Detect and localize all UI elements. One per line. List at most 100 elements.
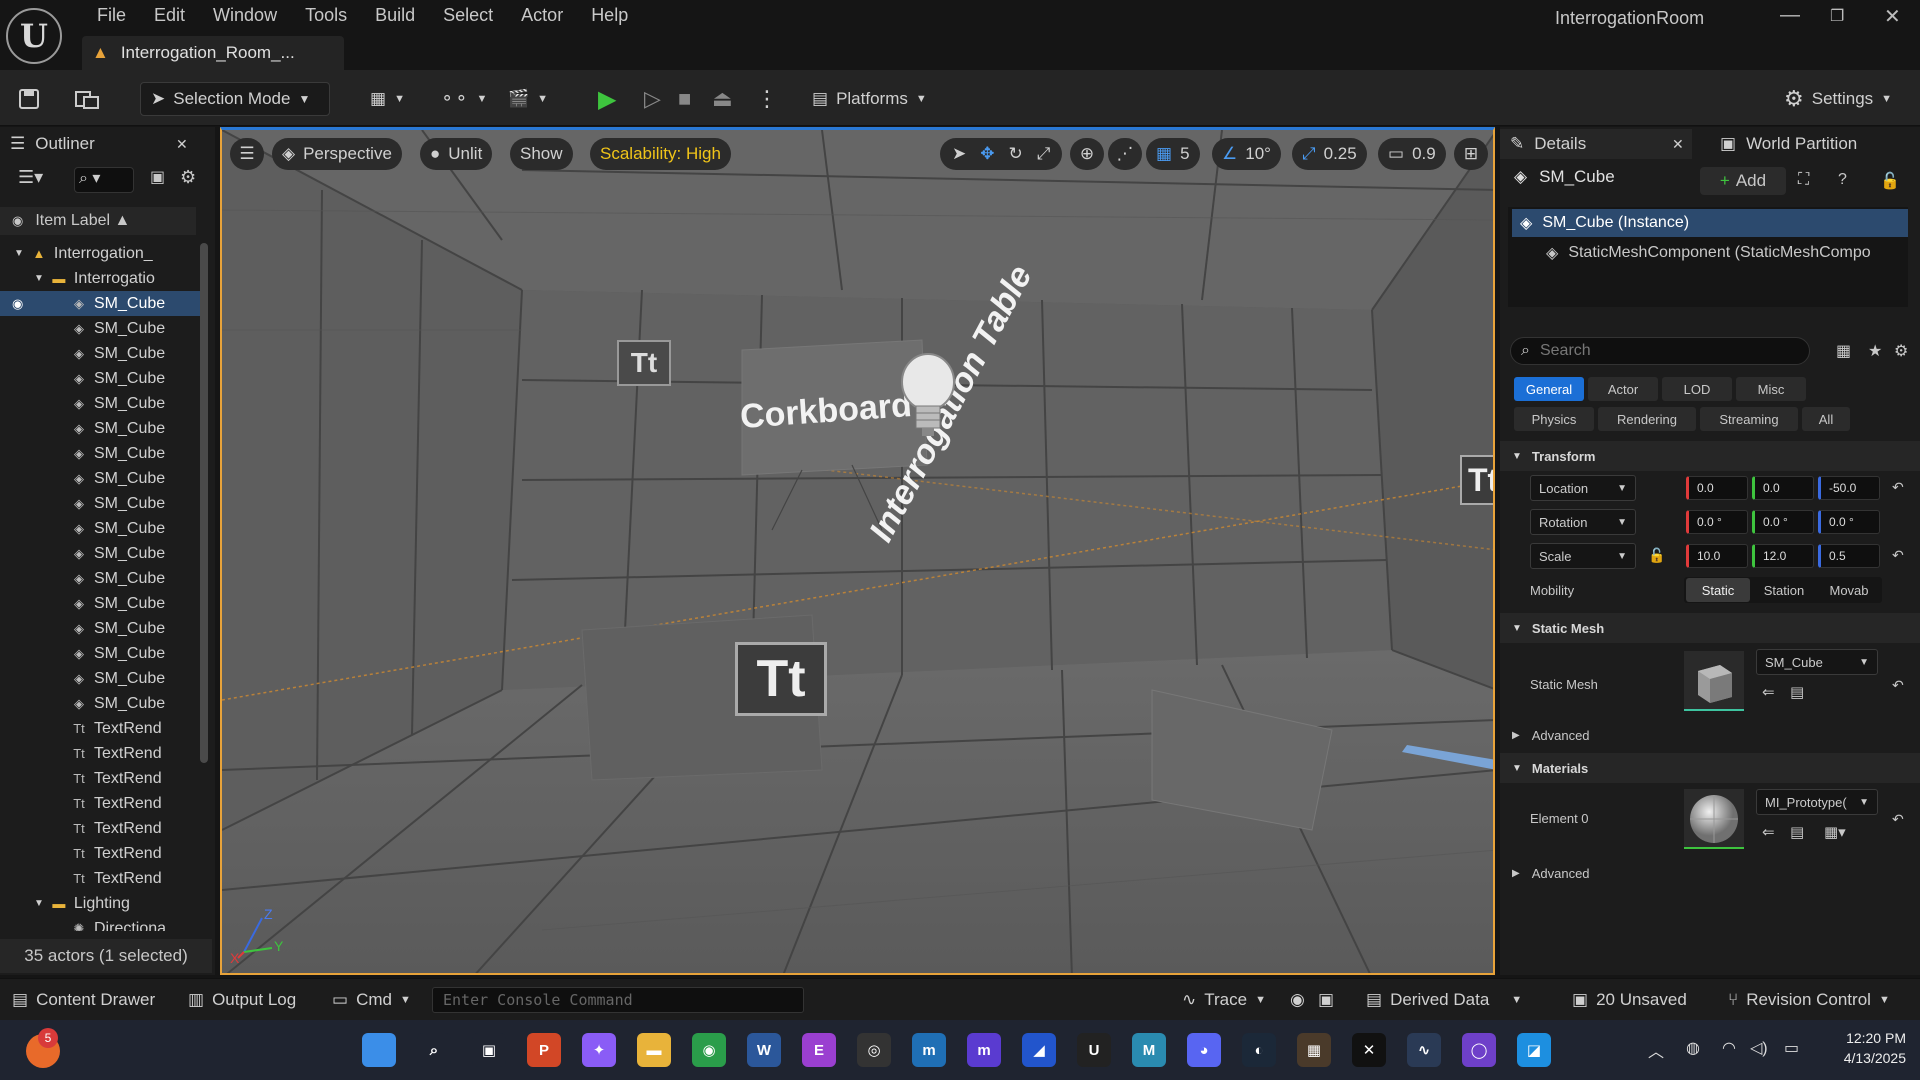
outliner-search-input[interactable]: ⌕ ▾ [74, 167, 134, 193]
outliner-row[interactable]: Tt TextRend [0, 741, 200, 766]
editor-icon[interactable]: E [802, 1033, 836, 1067]
menu-help[interactable]: Help [577, 4, 642, 26]
static-mesh-thumbnail[interactable] [1684, 651, 1744, 711]
vscode-insiders-icon[interactable]: m [912, 1033, 946, 1067]
outliner-row[interactable]: ◈ SM_Cube [0, 516, 200, 541]
outliner-row[interactable]: ◈ SM_Cube [0, 666, 200, 691]
world-space-icon[interactable]: ⊕ [1070, 138, 1104, 170]
play-icon[interactable]: ▶ [598, 82, 616, 116]
outliner-row[interactable]: ▼ ▬ Lighting [0, 891, 200, 916]
level-document-tab[interactable]: ▲ Interrogation_Room_... [82, 36, 344, 70]
outliner-row[interactable]: Tt TextRend [0, 816, 200, 841]
monitor-icon[interactable]: ∿ [1407, 1033, 1441, 1067]
powerpoint-icon[interactable]: P [527, 1033, 561, 1067]
table-view-icon[interactable]: ▦ [1836, 341, 1851, 361]
filter-icon[interactable]: ☰▾ [18, 167, 43, 188]
obs-icon[interactable]: ◎ [857, 1033, 891, 1067]
scale-snap-button[interactable]: ⤢ 0.25 [1292, 138, 1367, 170]
eject-icon[interactable]: ⏏ [712, 82, 733, 116]
network-icon[interactable]: ◍ [1686, 1038, 1700, 1058]
chrome-icon[interactable]: ◉ [692, 1033, 726, 1067]
checker-icon[interactable]: ▦▾ [1824, 823, 1846, 841]
menu-select[interactable]: Select [429, 4, 507, 26]
rotation-x-input[interactable]: 0.0 ° [1686, 510, 1748, 534]
filter-rendering[interactable]: Rendering [1598, 407, 1696, 431]
menu-tools[interactable]: Tools [291, 4, 361, 26]
outliner-row[interactable]: ◈ SM_Cube [0, 366, 200, 391]
gear-icon[interactable]: ⚙ [180, 167, 196, 188]
save-icon[interactable] [18, 82, 40, 116]
file-explorer-icon[interactable]: ▬ [637, 1033, 671, 1067]
outliner-row[interactable]: ◉ ◈ SM_Cube [0, 291, 200, 316]
text-render-billboard-icon[interactable]: Tt [1460, 455, 1493, 505]
platforms-button[interactable]: ▤ Platforms ▼ [812, 82, 927, 116]
reset-icon[interactable]: ↶ [1892, 811, 1904, 828]
rotation-y-input[interactable]: 0.0 ° [1752, 510, 1814, 534]
trace-dropdown[interactable]: ∿ Trace ▼ [1182, 987, 1266, 1013]
minimize-icon[interactable]: — [1780, 4, 1800, 27]
outliner-row[interactable]: ◈ SM_Cube [0, 341, 200, 366]
perspective-button[interactable]: ◈ Perspective [272, 138, 402, 170]
search-icon[interactable]: ⌕ [417, 1033, 451, 1067]
capcut-icon[interactable]: ✕ [1352, 1033, 1386, 1067]
surface-snap-icon[interactable]: ⋰ [1108, 138, 1142, 170]
more-options-icon[interactable]: ⋮ [756, 82, 778, 116]
cinematics-icon[interactable]: 🎬 ▼ [508, 82, 548, 116]
console-input[interactable]: Enter Console Command [432, 987, 804, 1013]
component-row-instance[interactable]: ◈ SM_Cube (Instance) [1512, 209, 1908, 237]
location-z-input[interactable]: -50.0 [1818, 476, 1880, 500]
menu-build[interactable]: Build [361, 4, 429, 26]
chevron-down-icon[interactable]: ▼ [34, 273, 44, 284]
close-icon[interactable]: ✕ [1884, 4, 1901, 29]
outliner-row[interactable]: ◈ SM_Cube [0, 416, 200, 441]
menu-actor[interactable]: Actor [507, 4, 577, 26]
outliner-scrollbar[interactable] [200, 243, 208, 763]
rotation-z-input[interactable]: 0.0 ° [1818, 510, 1880, 534]
scalability-button[interactable]: Scalability: High [590, 138, 731, 170]
materials-category[interactable]: ▼ Materials [1500, 753, 1920, 783]
filter-physics[interactable]: Physics [1514, 407, 1594, 431]
discord-icon[interactable]: ◕ [1187, 1033, 1221, 1067]
output-log-button[interactable]: ▥ Output Log [188, 987, 296, 1013]
location-y-input[interactable]: 0.0 [1752, 476, 1814, 500]
details-tab[interactable]: ✎ Details ✕ [1500, 129, 1692, 159]
outliner-row[interactable]: ◈ SM_Cube [0, 466, 200, 491]
lock-icon[interactable]: 🔓 [1880, 171, 1900, 191]
browse-icon[interactable]: ▤ [1790, 683, 1804, 701]
close-icon[interactable]: ✕ [176, 136, 188, 153]
outliner-row[interactable]: ◈ SM_Cube [0, 691, 200, 716]
transform-category[interactable]: ▼ Transform [1500, 441, 1920, 471]
github-icon[interactable]: ◯ [1462, 1033, 1496, 1067]
blueprint-icon[interactable]: ⚬⚬ ▼ [440, 82, 487, 116]
filter-misc[interactable]: Misc [1736, 377, 1806, 401]
chevron-up-icon[interactable]: ︿ [1648, 1038, 1664, 1062]
details-search-input[interactable]: ⌕ Search [1510, 337, 1810, 365]
select-tool-icon[interactable]: ➤ [952, 144, 966, 164]
filter-actor[interactable]: Actor [1588, 377, 1658, 401]
outliner-row[interactable]: ◈ SM_Cube [0, 616, 200, 641]
wifi-icon[interactable]: ◠ [1722, 1038, 1736, 1058]
outliner-row[interactable]: ◈ SM_Cube [0, 316, 200, 341]
maya-icon[interactable]: M [1132, 1033, 1166, 1067]
restore-icon[interactable]: ❐ [1830, 6, 1844, 26]
filter-lod[interactable]: LOD [1662, 377, 1732, 401]
outliner-row[interactable]: ✺ Directiona [0, 916, 200, 932]
mu-icon[interactable]: m [967, 1033, 1001, 1067]
outliner-row[interactable]: ▼ ▲ Interrogation_ [0, 241, 200, 266]
move-tool-icon[interactable]: ✥ [980, 144, 994, 164]
add-actor-icon[interactable]: ▦ ▼ [370, 82, 405, 116]
mobility-movable[interactable]: Movab [1818, 578, 1880, 602]
outliner-row[interactable]: ▼ ▬ Interrogatio [0, 266, 200, 291]
scale-y-input[interactable]: 12.0 [1752, 544, 1814, 568]
outliner-tab[interactable]: ☰ Outliner ✕ [0, 129, 200, 159]
outliner-row[interactable]: ◈ SM_Cube [0, 541, 200, 566]
menu-window[interactable]: Window [199, 4, 291, 26]
mobility-static[interactable]: Static [1686, 578, 1750, 602]
task-view-icon[interactable]: ▣ [472, 1033, 506, 1067]
steam-icon[interactable]: ◐ [1242, 1033, 1276, 1067]
filter-all[interactable]: All [1802, 407, 1850, 431]
advanced-row[interactable]: ▶ Advanced [1500, 721, 1920, 749]
settings-button[interactable]: ⚙ Settings ▼ [1784, 82, 1892, 116]
rotate-tool-icon[interactable]: ↻ [1009, 144, 1023, 164]
text-render-billboard-icon[interactable]: Tt [617, 340, 671, 386]
